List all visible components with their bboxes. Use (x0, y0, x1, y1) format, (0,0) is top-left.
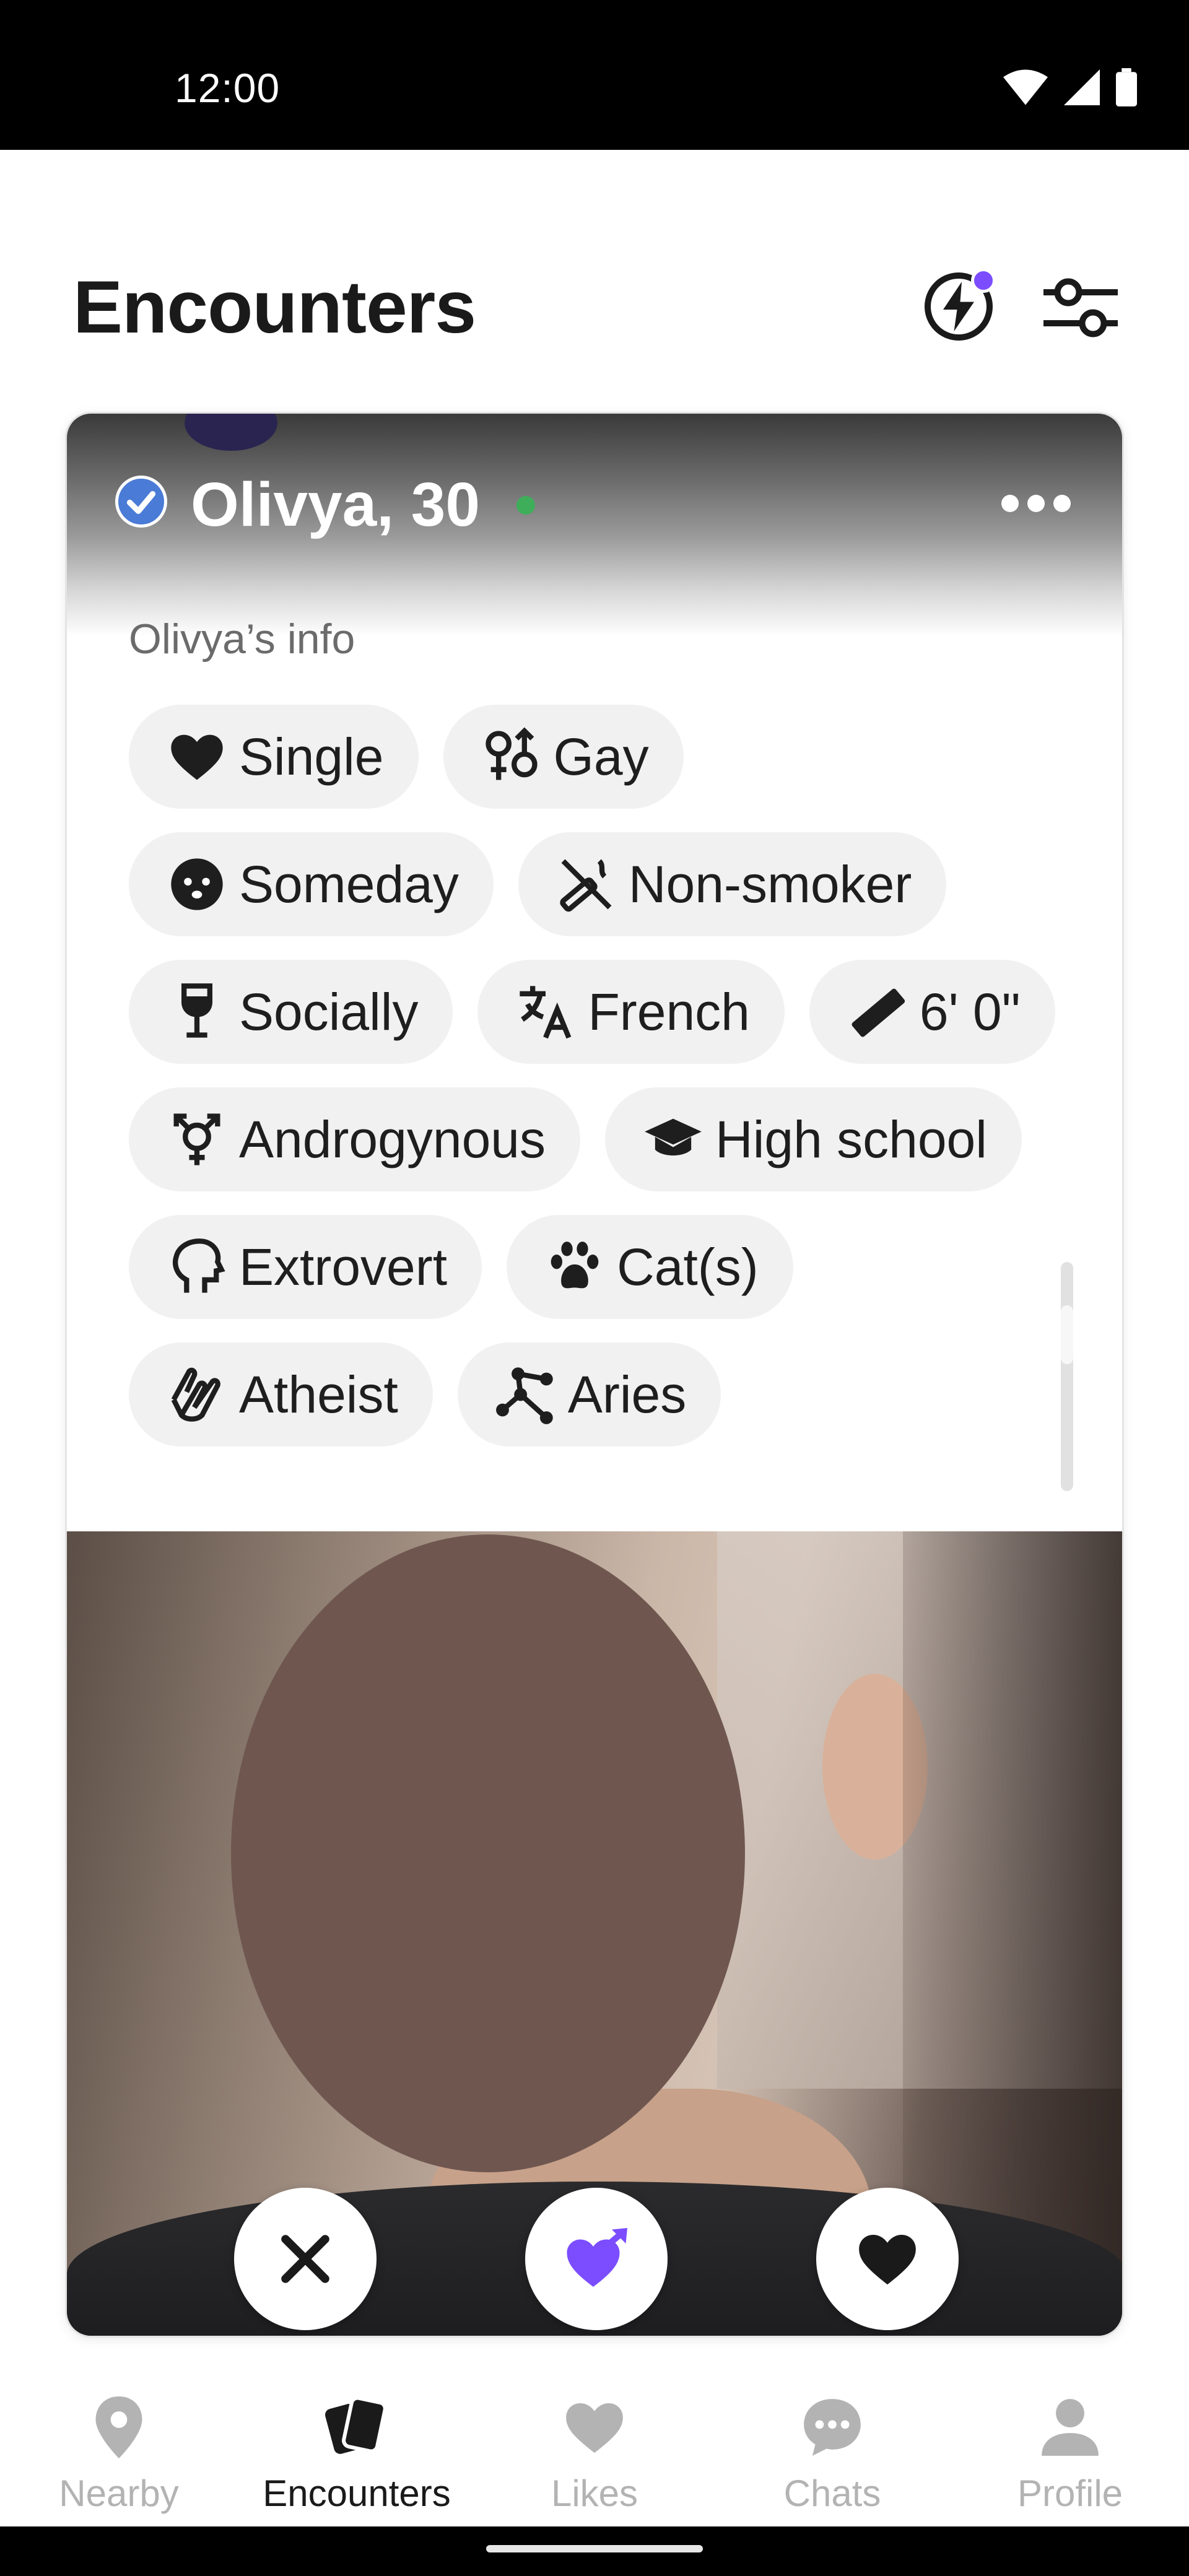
online-status-dot (516, 496, 535, 515)
filter-sliders-icon (1043, 278, 1118, 337)
chip-label: 6' 0" (919, 982, 1021, 1041)
cell-signal-icon (1064, 69, 1100, 105)
filter-button[interactable] (1040, 274, 1121, 342)
status-bar: 12:00 (0, 0, 1189, 150)
cards-icon (320, 2390, 394, 2465)
nav-label: Encounters (263, 2473, 451, 2514)
chip-personality: Extrovert (129, 1215, 482, 1319)
chip-religion: Atheist (129, 1342, 433, 1447)
chip-label: French (588, 982, 750, 1041)
heart-arrow-icon (567, 2228, 627, 2287)
chip-label: Atheist (239, 1365, 398, 1424)
chip-label: Gay (553, 727, 649, 786)
status-icons (1003, 68, 1137, 107)
location-pin-icon (82, 2390, 156, 2465)
chip-label: Socially (239, 982, 419, 1041)
chip-row: Socially French 6' 0" (129, 960, 1058, 1064)
more-options-button[interactable] (996, 482, 1076, 525)
chip-height: 6' 0" (809, 960, 1055, 1064)
chip-language: French (477, 960, 785, 1064)
praying-hands-icon (166, 1364, 228, 1425)
nav-item-likes[interactable]: Likes (476, 2347, 713, 2526)
home-gesture-handle[interactable] (486, 2545, 703, 2552)
nav-item-encounters[interactable]: Encounters (238, 2347, 476, 2526)
chip-relationship: Single (129, 705, 419, 809)
wifi-icon (1003, 69, 1048, 105)
nav-item-chats[interactable]: Chats (713, 2347, 951, 2526)
person-icon (1033, 2390, 1107, 2465)
heart-icon (166, 726, 228, 788)
chip-label: High school (715, 1110, 987, 1168)
status-time: 12:00 (175, 65, 281, 111)
graduation-cap-icon (642, 1108, 704, 1170)
face-redaction (231, 1534, 745, 2172)
paw-icon (544, 1236, 606, 1298)
chip-row: Atheist Aries (129, 1342, 1058, 1447)
chip-label: Someday (239, 855, 459, 913)
nav-item-nearby[interactable]: Nearby (0, 2347, 238, 2526)
chip-smoking: Non-smoker (518, 832, 947, 936)
chip-star-sign: Aries (457, 1342, 721, 1447)
chip-label: Non-smoker (628, 855, 912, 913)
chat-bubble-icon (795, 2390, 869, 2465)
close-icon (281, 2235, 329, 2283)
chip-children: Someday (129, 832, 494, 936)
previous-photo-peek (185, 414, 277, 451)
chip-label: Aries (567, 1365, 687, 1424)
ruler-icon (847, 981, 908, 1043)
chip-row: Androgynous High school (129, 1087, 1058, 1191)
wine-glass-icon (166, 981, 228, 1043)
chip-row: Extrovert Cat(s) (129, 1215, 1058, 1319)
nav-label: Profile (1017, 2473, 1123, 2514)
translate-icon (515, 981, 577, 1043)
page-title: Encounters (73, 266, 476, 349)
system-gesture-bar (0, 2526, 1189, 2576)
card-header-gradient: Olivya, 30 (67, 414, 1122, 637)
info-chips: Single Gay Someday Non-smoker Socially F… (129, 705, 1058, 1470)
no-smoking-icon (555, 853, 617, 915)
info-scrollbar[interactable] (1061, 1262, 1073, 1491)
chip-pets: Cat(s) (507, 1215, 793, 1319)
check-icon (126, 491, 156, 515)
gender-symbols-icon (481, 726, 542, 788)
chip-gender: Androgynous (129, 1087, 581, 1191)
profile-name-age: Olivya, 30 (191, 470, 480, 539)
chip-sexuality: Gay (443, 705, 684, 809)
more-dot-icon (1053, 495, 1071, 512)
profile-card[interactable]: Olivya, 30 Olivya’s info Single Gay Some… (65, 412, 1124, 2338)
nav-label: Likes (551, 2473, 638, 2514)
profile-photo[interactable] (67, 1531, 1122, 2336)
nav-label: Nearby (59, 2473, 179, 2514)
battery-icon (1116, 68, 1137, 107)
chip-label: Single (239, 727, 384, 786)
notification-dot (971, 268, 996, 293)
chip-label: Extrovert (239, 1237, 448, 1296)
app-header: Encounters (0, 150, 1189, 410)
pass-button[interactable] (234, 2188, 377, 2330)
crush-button[interactable] (525, 2188, 668, 2330)
head-outline-icon (166, 1236, 228, 1298)
chip-row: Someday Non-smoker (129, 832, 1058, 936)
baby-face-icon (166, 853, 228, 915)
nav-label: Chats (783, 2473, 881, 2514)
verified-badge (115, 476, 167, 528)
bottom-navigation: Nearby Encounters Likes Chats Profile (0, 2347, 1189, 2526)
chip-education: High school (605, 1087, 1022, 1191)
chip-label: Androgynous (239, 1110, 546, 1168)
boost-button[interactable] (921, 268, 996, 344)
more-dot-icon (1001, 495, 1019, 512)
heart-icon (557, 2390, 632, 2465)
scrollbar-thumb[interactable] (1061, 1305, 1073, 1364)
transgender-icon (166, 1108, 228, 1170)
constellation-icon (495, 1364, 557, 1425)
chip-drinking: Socially (129, 960, 453, 1064)
nav-item-profile[interactable]: Profile (951, 2347, 1189, 2526)
chip-row: Single Gay (129, 705, 1058, 809)
heart-icon (859, 2235, 916, 2285)
info-section-title: Olivya’s info (129, 616, 355, 663)
like-button[interactable] (816, 2188, 959, 2330)
more-dot-icon (1027, 495, 1045, 512)
chip-label: Cat(s) (617, 1237, 759, 1296)
